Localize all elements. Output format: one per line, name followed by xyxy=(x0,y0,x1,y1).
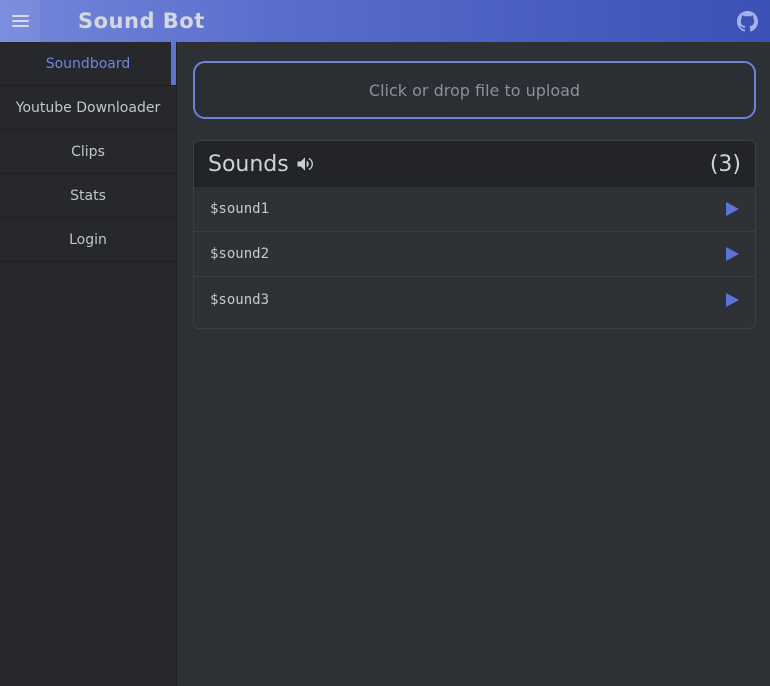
sound-name: $sound3 xyxy=(210,292,269,308)
menu-toggle-button[interactable] xyxy=(0,0,40,42)
sidebar-item-youtube-downloader[interactable]: Youtube Downloader xyxy=(0,86,176,130)
sound-name: $sound2 xyxy=(210,246,269,262)
play-icon xyxy=(726,247,739,261)
hamburger-icon xyxy=(12,15,29,17)
sound-row: $sound2 xyxy=(194,232,755,277)
sounds-panel: Sounds (3) $sound1 $sound2 xyxy=(193,140,756,329)
sound-row: $sound3 xyxy=(194,277,755,322)
sidebar-item-clips[interactable]: Clips xyxy=(0,130,176,174)
hamburger-icon xyxy=(12,20,29,22)
sidebar-item-login[interactable]: Login xyxy=(0,218,176,262)
sound-name: $sound1 xyxy=(210,201,269,217)
github-icon xyxy=(737,11,758,32)
file-upload-dropzone[interactable]: Click or drop file to upload xyxy=(193,61,756,119)
volume-up-icon xyxy=(295,154,315,174)
play-icon xyxy=(726,202,739,216)
main-content: Click or drop file to upload Sounds (3) … xyxy=(178,42,770,686)
sounds-count-badge: (3) xyxy=(710,152,741,177)
play-icon xyxy=(726,293,739,307)
app-title: Sound Bot xyxy=(78,9,205,33)
play-sound-button[interactable] xyxy=(726,247,739,261)
sidebar-item-stats[interactable]: Stats xyxy=(0,174,176,218)
play-sound-button[interactable] xyxy=(726,202,739,216)
play-sound-button[interactable] xyxy=(726,293,739,307)
sounds-panel-header: Sounds (3) xyxy=(194,141,755,187)
hamburger-icon xyxy=(12,25,29,27)
sounds-title: Sounds xyxy=(208,152,289,177)
github-link[interactable] xyxy=(736,10,758,32)
sidebar: Soundboard Youtube Downloader Clips Stat… xyxy=(0,42,177,686)
app-header: Sound Bot xyxy=(0,0,770,42)
sidebar-item-soundboard[interactable]: Soundboard xyxy=(0,42,176,86)
dropzone-label: Click or drop file to upload xyxy=(369,81,580,100)
sound-row: $sound1 xyxy=(194,187,755,232)
